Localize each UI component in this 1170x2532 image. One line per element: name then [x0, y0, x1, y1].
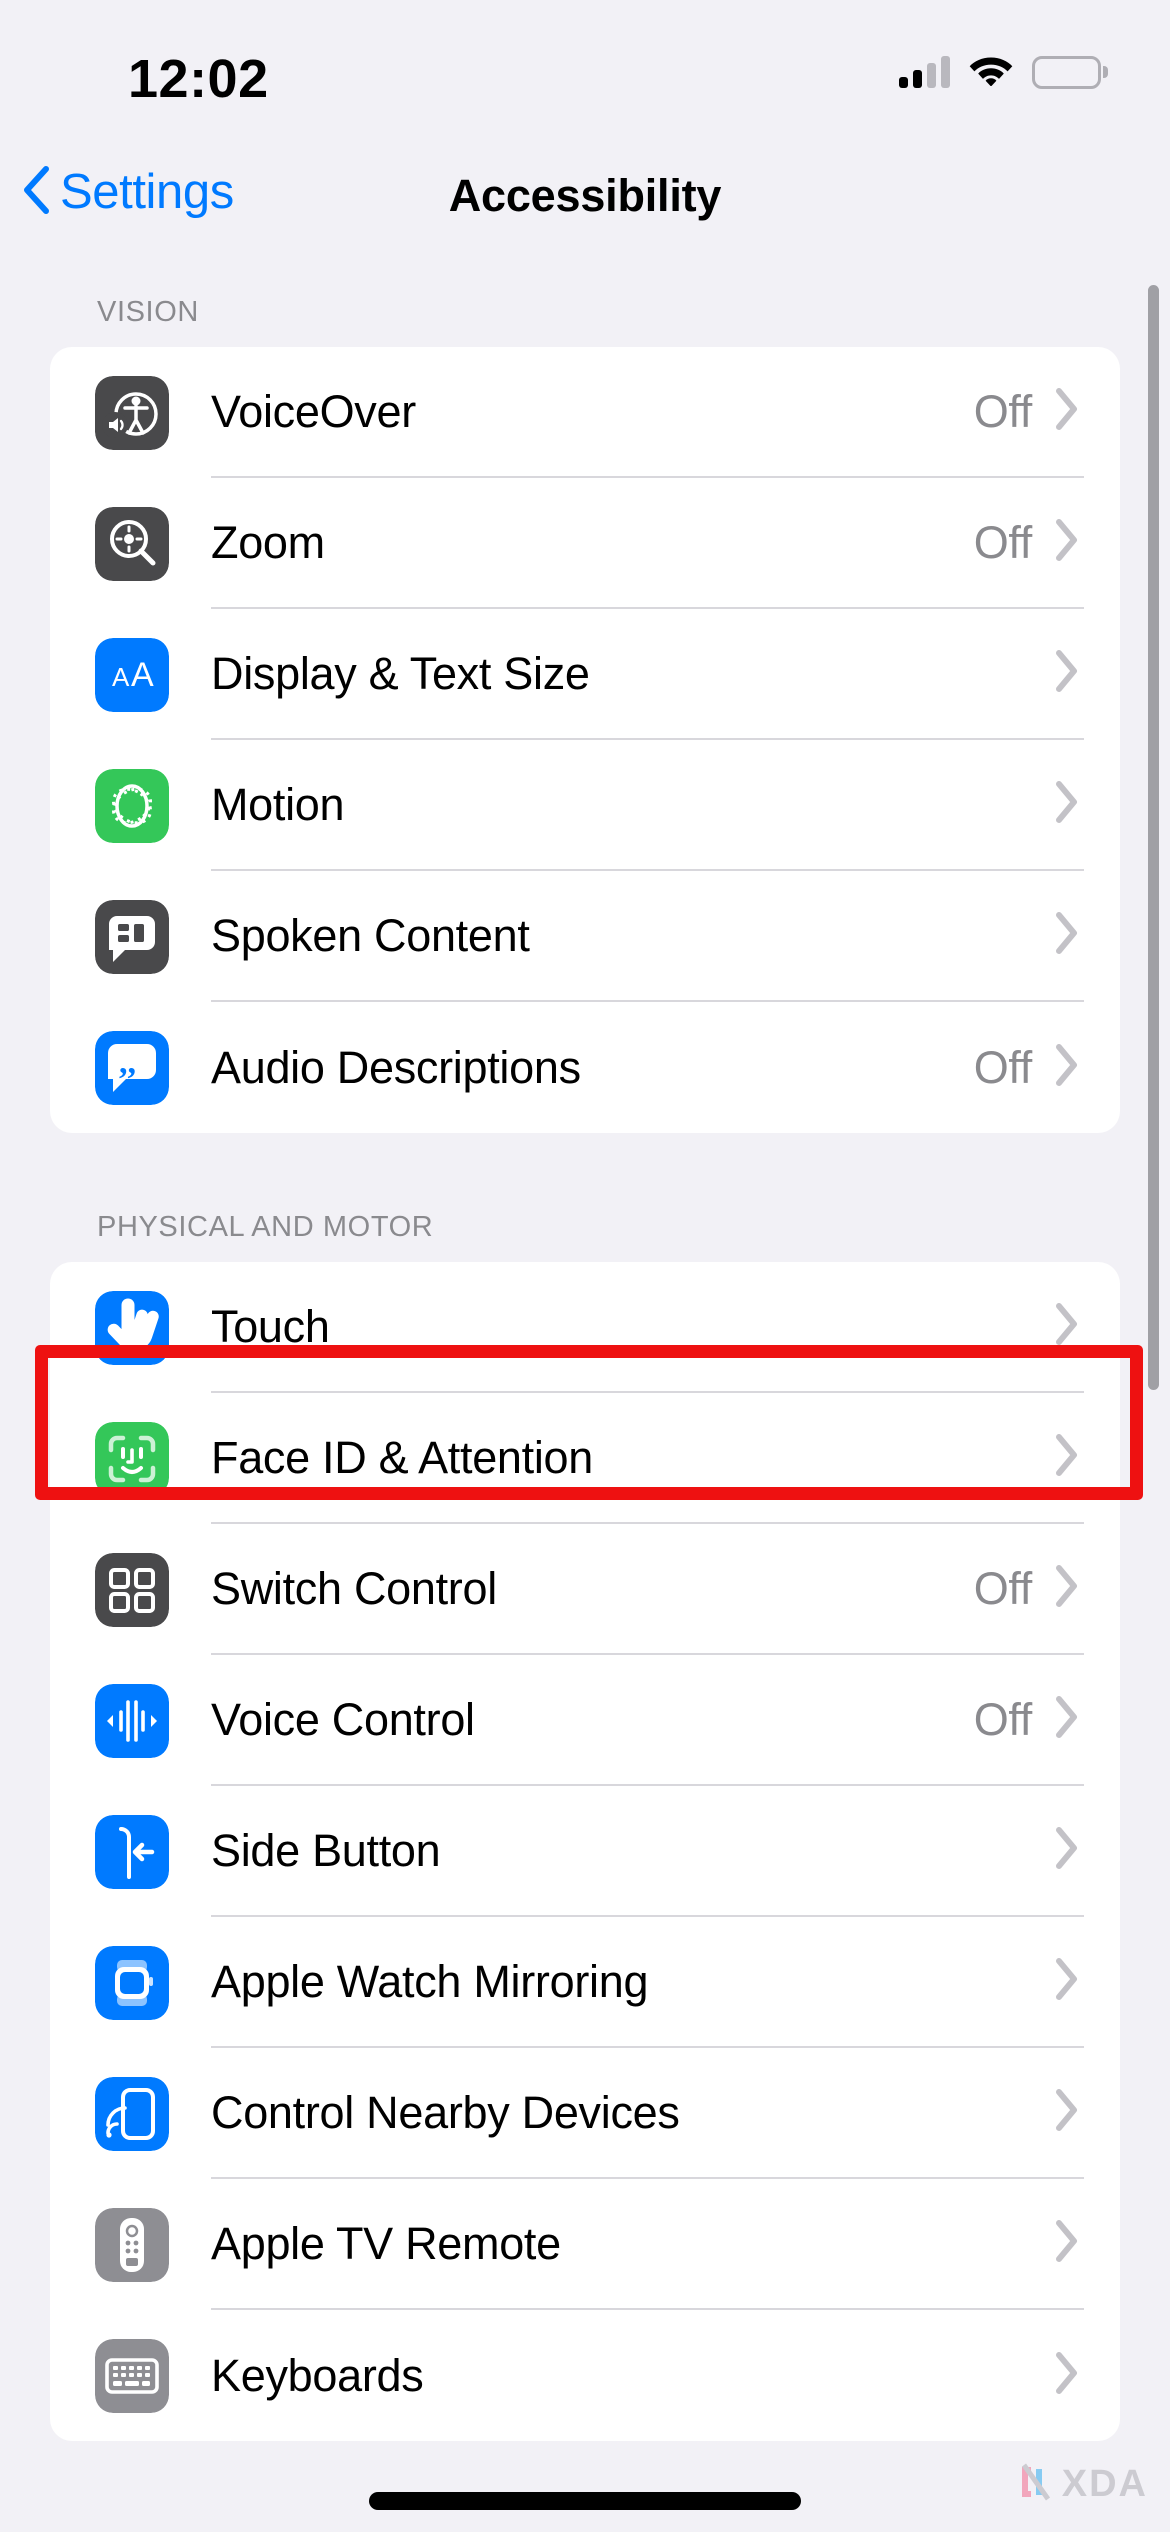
chevron-right-icon	[1054, 2351, 1080, 2400]
control-nearby-devices-icon	[95, 2076, 169, 2151]
row-label: Face ID & Attention	[211, 1431, 594, 1483]
row-value: Off	[973, 516, 1033, 568]
settings-card-0: VoiceOver Off Zoom Off A A Display & Tex…	[50, 347, 1120, 1133]
settings-row-keyboards[interactable]: Keyboards	[50, 2310, 1120, 2441]
settings-row-zoom[interactable]: Zoom Off	[50, 478, 1120, 609]
chevron-right-icon	[1054, 2219, 1080, 2268]
voiceover-icon	[95, 375, 169, 450]
row-label: Side Button	[211, 1824, 441, 1876]
page-title: Accessibility	[448, 170, 722, 221]
status-bar-indicators	[899, 53, 1108, 91]
row-value: Off	[973, 385, 1033, 437]
settings-row-voiceover[interactable]: VoiceOver Off	[50, 347, 1120, 478]
settings-row-display-and-text-size[interactable]: A A Display & Text Size	[50, 609, 1120, 740]
settings-list[interactable]: VISION VoiceOver Off Zoom Off A A Displa…	[0, 268, 1170, 2532]
display-text-size-icon: A A	[95, 637, 169, 712]
switch-control-icon	[95, 1552, 169, 1627]
settings-row-face-id-and-attention[interactable]: Face ID & Attention	[50, 1393, 1120, 1524]
row-label: Apple Watch Mirroring	[211, 1955, 649, 2007]
xda-watermark-text: XDA	[1061, 2463, 1148, 2505]
settings-row-side-button[interactable]: Side Button	[50, 1786, 1120, 1917]
keyboards-icon	[95, 2338, 169, 2413]
chevron-right-icon	[1054, 1433, 1080, 1482]
row-label: Audio Descriptions	[211, 1041, 581, 1093]
row-label: Touch	[211, 1300, 330, 1352]
battery-icon	[1032, 55, 1108, 89]
row-label: Spoken Content	[211, 909, 530, 961]
settings-row-apple-watch-mirroring[interactable]: Apple Watch Mirroring	[50, 1917, 1120, 2048]
xda-watermark: XDA	[1014, 2459, 1148, 2510]
row-label: Control Nearby Devices	[211, 2086, 680, 2138]
row-label: Keyboards	[211, 2349, 424, 2401]
chevron-right-icon	[1054, 649, 1080, 698]
settings-card-1: Touch Face ID & Attention Switch Control…	[50, 1262, 1120, 2441]
row-label: Zoom	[211, 516, 325, 568]
section-header-physical-and-motor: PHYSICAL AND MOTOR	[97, 1211, 434, 1243]
chevron-right-icon	[1054, 1826, 1080, 1875]
row-value: Off	[973, 1562, 1033, 1614]
settings-row-apple-tv-remote[interactable]: Apple TV Remote	[50, 2179, 1120, 2310]
chevron-right-icon	[1054, 1302, 1080, 1351]
chevron-right-icon	[1054, 387, 1080, 436]
motion-icon	[95, 768, 169, 843]
signal-bars-icon	[899, 56, 950, 88]
settings-row-switch-control[interactable]: Switch Control Off	[50, 1524, 1120, 1655]
section-header-vision: VISION	[97, 296, 199, 328]
voice-control-icon	[95, 1683, 169, 1758]
face-id-icon	[95, 1421, 169, 1496]
spoken-content-icon	[95, 899, 169, 974]
settings-row-motion[interactable]: Motion	[50, 740, 1120, 871]
status-bar: 12:02	[0, 0, 1170, 150]
status-bar-clock: 12:02	[128, 49, 269, 109]
home-indicator	[369, 2492, 801, 2510]
settings-row-audio-descriptions[interactable]: ,, Audio Descriptions Off	[50, 1002, 1120, 1133]
apple-tv-remote-icon	[95, 2207, 169, 2282]
chevron-right-icon	[1054, 911, 1080, 960]
row-label: Voice Control	[211, 1693, 475, 1745]
wifi-icon	[969, 53, 1013, 91]
svg-text:A: A	[112, 662, 130, 692]
scrollbar[interactable]	[1148, 285, 1159, 1390]
chevron-right-icon	[1054, 1695, 1080, 1744]
row-label: VoiceOver	[211, 385, 416, 437]
settings-row-control-nearby-devices[interactable]: Control Nearby Devices	[50, 2048, 1120, 2179]
zoom-magnifier-icon	[95, 506, 169, 581]
chevron-right-icon	[1054, 780, 1080, 829]
chevron-right-icon	[1054, 1957, 1080, 2006]
iphone-settings-screen: 12:02 Settings Accessibility VISION Voic…	[0, 0, 1170, 2532]
row-label: Switch Control	[211, 1562, 497, 1614]
chevron-right-icon	[1054, 1564, 1080, 1613]
settings-row-touch[interactable]: Touch	[50, 1262, 1120, 1393]
side-button-icon	[95, 1814, 169, 1889]
row-label: Display & Text Size	[211, 647, 590, 699]
settings-row-voice-control[interactable]: Voice Control Off	[50, 1655, 1120, 1786]
apple-watch-icon	[95, 1945, 169, 2020]
svg-text:A: A	[131, 656, 154, 694]
row-label: Motion	[211, 778, 345, 830]
chevron-right-icon	[1054, 1043, 1080, 1092]
row-value: Off	[973, 1693, 1033, 1745]
chevron-right-icon	[1054, 518, 1080, 567]
touch-hand-icon	[95, 1290, 169, 1365]
svg-text:,,: ,,	[119, 1044, 136, 1081]
audio-descriptions-icon: ,,	[95, 1030, 169, 1105]
settings-row-spoken-content[interactable]: Spoken Content	[50, 871, 1120, 1002]
navigation-bar: Settings Accessibility	[0, 150, 1170, 260]
xda-logo-icon	[1014, 2459, 1060, 2510]
chevron-right-icon	[1054, 2088, 1080, 2137]
row-label: Apple TV Remote	[211, 2217, 561, 2269]
row-value: Off	[973, 1041, 1033, 1093]
